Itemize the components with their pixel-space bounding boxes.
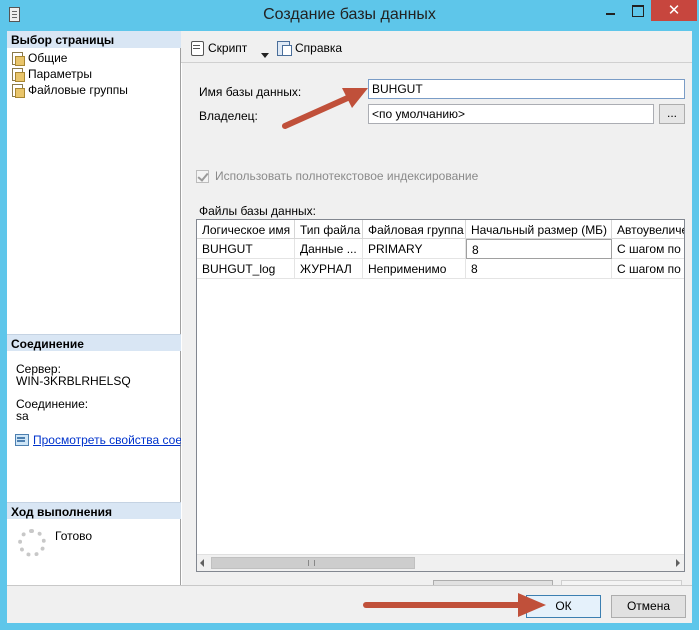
maximize-button[interactable]: [624, 0, 651, 21]
fulltext-checkbox[interactable]: [196, 169, 209, 183]
progress-status: Готово: [55, 529, 93, 543]
chevron-down-icon: [261, 52, 269, 58]
table-cell[interactable]: С шагом по 6: [612, 259, 684, 279]
scroll-right-icon[interactable]: [676, 559, 680, 567]
table-cell[interactable]: 8: [466, 239, 612, 259]
cancel-button[interactable]: Отмена: [611, 595, 686, 618]
db-name-input[interactable]: BUHGUT: [368, 79, 685, 99]
page-icon: [11, 67, 25, 82]
connection-value: sa: [16, 409, 29, 423]
toolbar: Скрипт Справка: [181, 31, 692, 63]
close-button[interactable]: ✕: [651, 0, 697, 21]
connection-header: Соединение: [7, 334, 181, 351]
progress-spinner-icon: [18, 529, 46, 557]
help-icon: [276, 40, 292, 56]
table-cell[interactable]: ЖУРНАЛ: [295, 259, 363, 279]
page-item-general[interactable]: Общие: [11, 50, 67, 66]
page-item-label: Параметры: [28, 67, 92, 81]
server-value: WIN-3KRBLRHELSQ: [16, 374, 131, 388]
dialog-body: Выбор страницы Общие Параметры Файловые …: [7, 31, 692, 623]
database-files-grid[interactable]: Логическое имя Тип файла Файловая группа…: [196, 219, 685, 572]
help-label: Справка: [295, 41, 343, 55]
column-header[interactable]: Тип файла: [295, 220, 363, 239]
page-item-label: Общие: [28, 51, 68, 65]
grid-header: Логическое имя Тип файла Файловая группа…: [197, 220, 684, 239]
column-header[interactable]: Файловая группа: [363, 220, 466, 239]
column-header[interactable]: Начальный размер (МБ): [466, 220, 612, 239]
fulltext-label: Использовать полнотекстовое индексирован…: [215, 169, 479, 183]
table-cell[interactable]: BUHGUT_log: [197, 259, 295, 279]
minimize-button[interactable]: [597, 0, 624, 21]
fulltext-checkbox-row[interactable]: Использовать полнотекстовое индексирован…: [196, 169, 478, 183]
page-item-options[interactable]: Параметры: [11, 66, 92, 82]
general-page: Имя базы данных: BUHGUT Владелец: <по ум…: [181, 63, 692, 603]
column-header[interactable]: Логическое имя: [197, 220, 295, 239]
dialog-window: Создание базы данных ✕ Выбор страницы Об…: [0, 0, 699, 630]
script-icon: [189, 40, 205, 56]
dialog-footer: ОК Отмена: [7, 585, 692, 623]
owner-label: Владелец:: [199, 109, 258, 123]
table-cell[interactable]: PRIMARY: [363, 239, 466, 259]
table-cell[interactable]: 8: [466, 259, 612, 279]
table-cell[interactable]: Неприменимо: [363, 259, 466, 279]
scroll-thumb[interactable]: [211, 557, 415, 569]
script-label: Скрипт: [208, 41, 248, 55]
view-connection-properties[interactable]: Просмотреть свойства соед: [15, 433, 181, 447]
table-row[interactable]: BUHGUT_log ЖУРНАЛ Неприменимо 8 С шагом …: [197, 259, 684, 279]
table-cell[interactable]: С шагом по 6: [612, 239, 684, 259]
progress-header: Ход выполнения: [7, 502, 181, 519]
page-item-filegroups[interactable]: Файловые группы: [11, 82, 128, 98]
page-item-label: Файловые группы: [28, 83, 128, 97]
script-button[interactable]: Скрипт: [189, 38, 247, 58]
view-connection-properties-link[interactable]: Просмотреть свойства соед: [33, 433, 181, 447]
ok-button[interactable]: ОК: [526, 595, 601, 618]
pages-header: Выбор страницы: [7, 31, 181, 48]
page-icon: [11, 51, 25, 66]
owner-browse-button[interactable]: ...: [659, 104, 685, 124]
left-pane: Выбор страницы Общие Параметры Файловые …: [7, 31, 181, 585]
table-cell[interactable]: Данные ...: [295, 239, 363, 259]
help-button[interactable]: Справка: [276, 38, 342, 58]
scroll-left-icon[interactable]: [200, 559, 204, 567]
script-dropdown-button[interactable]: [261, 45, 269, 65]
files-label: Файлы базы данных:: [199, 204, 316, 218]
column-header[interactable]: Автоувеличен: [612, 220, 684, 239]
db-name-label: Имя базы данных:: [199, 85, 302, 99]
title-bar[interactable]: Создание базы данных ✕: [0, 0, 699, 31]
page-icon: [11, 83, 25, 98]
window-title: Создание базы данных: [263, 6, 436, 23]
owner-input[interactable]: <по умолчанию>: [368, 104, 654, 124]
horizontal-scrollbar[interactable]: [197, 554, 684, 571]
table-row[interactable]: BUHGUT Данные ... PRIMARY 8 С шагом по 6: [197, 239, 684, 259]
table-cell[interactable]: BUHGUT: [197, 239, 295, 259]
properties-icon: [15, 433, 29, 447]
